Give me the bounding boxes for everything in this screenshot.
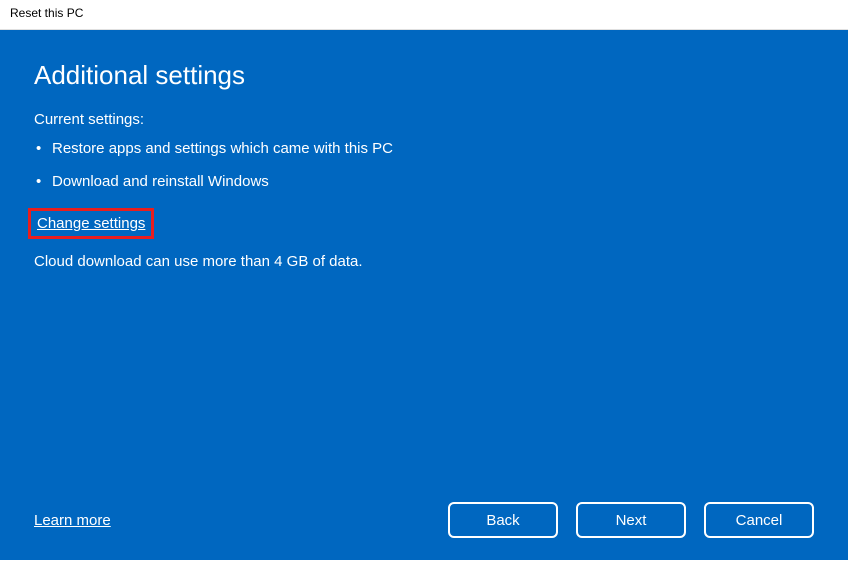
window-title: Reset this PC: [10, 6, 83, 20]
window-title-bar: Reset this PC: [0, 0, 848, 30]
cancel-button[interactable]: Cancel: [704, 502, 814, 538]
change-settings-link[interactable]: Change settings: [33, 211, 149, 236]
annotation-highlight: Change settings: [28, 208, 154, 239]
learn-more-link[interactable]: Learn more: [34, 512, 111, 529]
button-row: Back Next Cancel: [448, 502, 814, 538]
settings-list: Restore apps and settings which came wit…: [34, 138, 814, 192]
settings-list-item: Restore apps and settings which came wit…: [34, 138, 814, 159]
cloud-download-note: Cloud download can use more than 4 GB of…: [34, 253, 814, 270]
next-button[interactable]: Next: [576, 502, 686, 538]
main-panel: Additional settings Current settings: Re…: [0, 30, 848, 560]
back-button[interactable]: Back: [448, 502, 558, 538]
footer: Learn more Back Next Cancel: [34, 502, 814, 538]
page-heading: Additional settings: [34, 60, 814, 91]
settings-list-item: Download and reinstall Windows: [34, 171, 814, 192]
current-settings-label: Current settings:: [34, 111, 814, 128]
